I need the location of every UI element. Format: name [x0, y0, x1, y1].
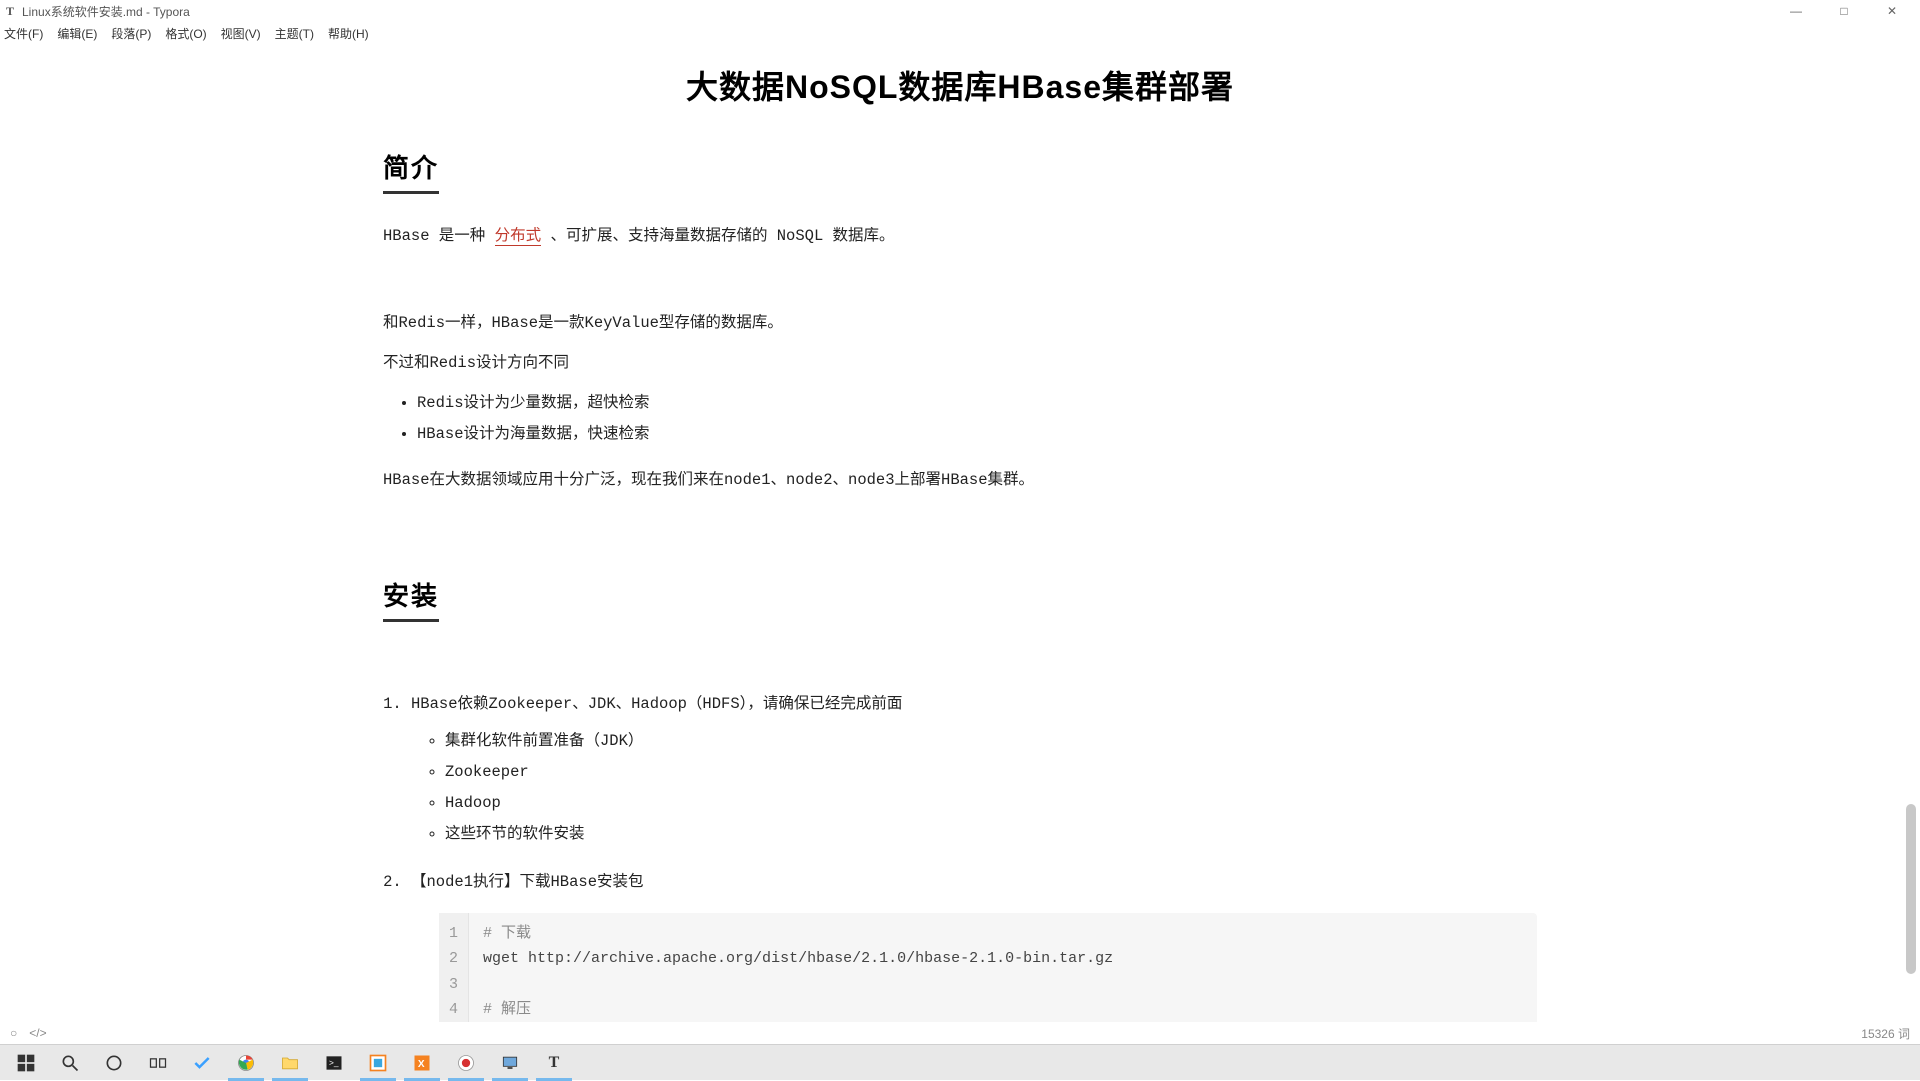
record-icon: [456, 1053, 476, 1073]
circle-icon: [104, 1053, 124, 1073]
list-item: 集群化软件前置准备（JDK）: [445, 726, 1537, 757]
list-item: Hadoop: [445, 788, 1537, 819]
text: 、可扩展、支持海量数据存储的 NoSQL 数据库。: [541, 227, 894, 245]
search-button[interactable]: [48, 1045, 92, 1081]
menubar: 文件(F) 编辑(E) 段落(P) 格式(O) 视图(V) 主题(T) 帮助(H…: [0, 22, 1920, 44]
paragraph: HBase 是一种 分布式 、可扩展、支持海量数据存储的 NoSQL 数据库。: [383, 222, 1537, 251]
window-title: Linux系统软件安装.md - Typora: [22, 3, 190, 20]
chrome-icon: [236, 1053, 256, 1073]
menu-file[interactable]: 文件(F): [4, 25, 43, 42]
list-item: Zookeeper: [445, 757, 1537, 788]
menu-theme[interactable]: 主题(T): [275, 25, 314, 42]
xshell-icon: X: [412, 1053, 432, 1073]
minimize-button[interactable]: —: [1784, 4, 1808, 18]
terminal-icon: >_: [324, 1053, 344, 1073]
taskbar-app-terminal[interactable]: >_: [312, 1045, 356, 1081]
source-code-mode-icon[interactable]: </>: [29, 1026, 46, 1040]
paragraph: 不过和Redis设计方向不同: [383, 349, 1537, 378]
folder-icon: [280, 1053, 300, 1073]
window-controls: — □ ✕: [1784, 4, 1916, 18]
taskbar-app-typora[interactable]: T: [532, 1045, 576, 1081]
paragraph: 和Redis一样，HBase是一款KeyValue型存储的数据库。: [383, 309, 1537, 338]
taskbar-app-recorder[interactable]: [444, 1045, 488, 1081]
start-button[interactable]: [4, 1045, 48, 1081]
text: HBase依赖Zookeeper、JDK、Hadoop（HDFS），请确保已经完…: [411, 695, 902, 713]
code-line: wget http://archive.apache.org/dist/hbas…: [483, 950, 1113, 967]
taskbar: >_ X T: [0, 1044, 1920, 1080]
word-count[interactable]: 15326 词: [1861, 1025, 1910, 1042]
menu-paragraph[interactable]: 段落(P): [111, 25, 151, 42]
search-icon: [60, 1053, 80, 1073]
list-item: HBase依赖Zookeeper、JDK、Hadoop（HDFS），请确保已经完…: [411, 688, 1537, 851]
bullet-list: Redis设计为少量数据，超快检索 HBase设计为海量数据，快速检索: [383, 388, 1537, 450]
document-content[interactable]: 大数据NoSQL数据库HBase集群部署 简介 HBase 是一种 分布式 、可…: [375, 62, 1545, 1052]
svg-text:>_: >_: [329, 1057, 339, 1067]
statusbar: ○ </> 15326 词: [0, 1022, 1920, 1044]
taskbar-app-xshell[interactable]: X: [400, 1045, 444, 1081]
paragraph: HBase在大数据领域应用十分广泛，现在我们来在node1、node2、node…: [383, 466, 1537, 495]
taskbar-app-chrome[interactable]: [224, 1045, 268, 1081]
code-line: # 下载: [483, 925, 531, 942]
code-line: # 解压: [483, 1001, 531, 1018]
list-item: HBase设计为海量数据，快速检索: [417, 419, 1537, 450]
sub-bullet-list: 集群化软件前置准备（JDK） Zookeeper Hadoop 这些环节的软件安…: [411, 726, 1537, 850]
outline-toggle-icon[interactable]: ○: [10, 1026, 17, 1040]
close-button[interactable]: ✕: [1880, 4, 1904, 18]
text: 【node1执行】下载HBase安装包: [411, 873, 644, 891]
maximize-button[interactable]: □: [1832, 4, 1856, 18]
document-title: 大数据NoSQL数据库HBase集群部署: [383, 62, 1537, 108]
check-icon: [192, 1053, 212, 1073]
link-distributed[interactable]: 分布式: [495, 227, 542, 246]
menu-edit[interactable]: 编辑(E): [57, 25, 97, 42]
task-view-button[interactable]: [136, 1045, 180, 1081]
taskbar-app-explorer[interactable]: [268, 1045, 312, 1081]
menu-view[interactable]: 视图(V): [221, 25, 261, 42]
scrollbar-thumb[interactable]: [1906, 804, 1916, 974]
titlebar: T Linux系统软件安装.md - Typora — □ ✕: [0, 0, 1920, 22]
heading-intro: 简介: [383, 148, 439, 194]
text: HBase 是一种: [383, 227, 495, 245]
cortana-button[interactable]: [92, 1045, 136, 1081]
taskview-icon: [148, 1053, 168, 1073]
taskbar-app-vmware[interactable]: [356, 1045, 400, 1081]
menu-help[interactable]: 帮助(H): [328, 25, 369, 42]
taskbar-app-monitor[interactable]: [488, 1045, 532, 1081]
ordered-list: HBase依赖Zookeeper、JDK、Hadoop（HDFS），请确保已经完…: [383, 688, 1537, 1052]
typora-icon: T: [549, 1054, 560, 1072]
windows-icon: [16, 1053, 36, 1073]
menu-format[interactable]: 格式(O): [165, 25, 206, 42]
list-item: Redis设计为少量数据，超快检索: [417, 388, 1537, 419]
svg-text:X: X: [418, 1059, 425, 1070]
list-item: 这些环节的软件安装: [445, 819, 1537, 850]
vmware-icon: [368, 1053, 388, 1073]
heading-install: 安装: [383, 576, 439, 622]
taskbar-app-todo[interactable]: [180, 1045, 224, 1081]
vertical-scrollbar[interactable]: [1904, 44, 1918, 1022]
editor-viewport[interactable]: 大数据NoSQL数据库HBase集群部署 简介 HBase 是一种 分布式 、可…: [0, 44, 1920, 1052]
app-icon: T: [4, 5, 16, 17]
monitor-icon: [500, 1053, 520, 1073]
